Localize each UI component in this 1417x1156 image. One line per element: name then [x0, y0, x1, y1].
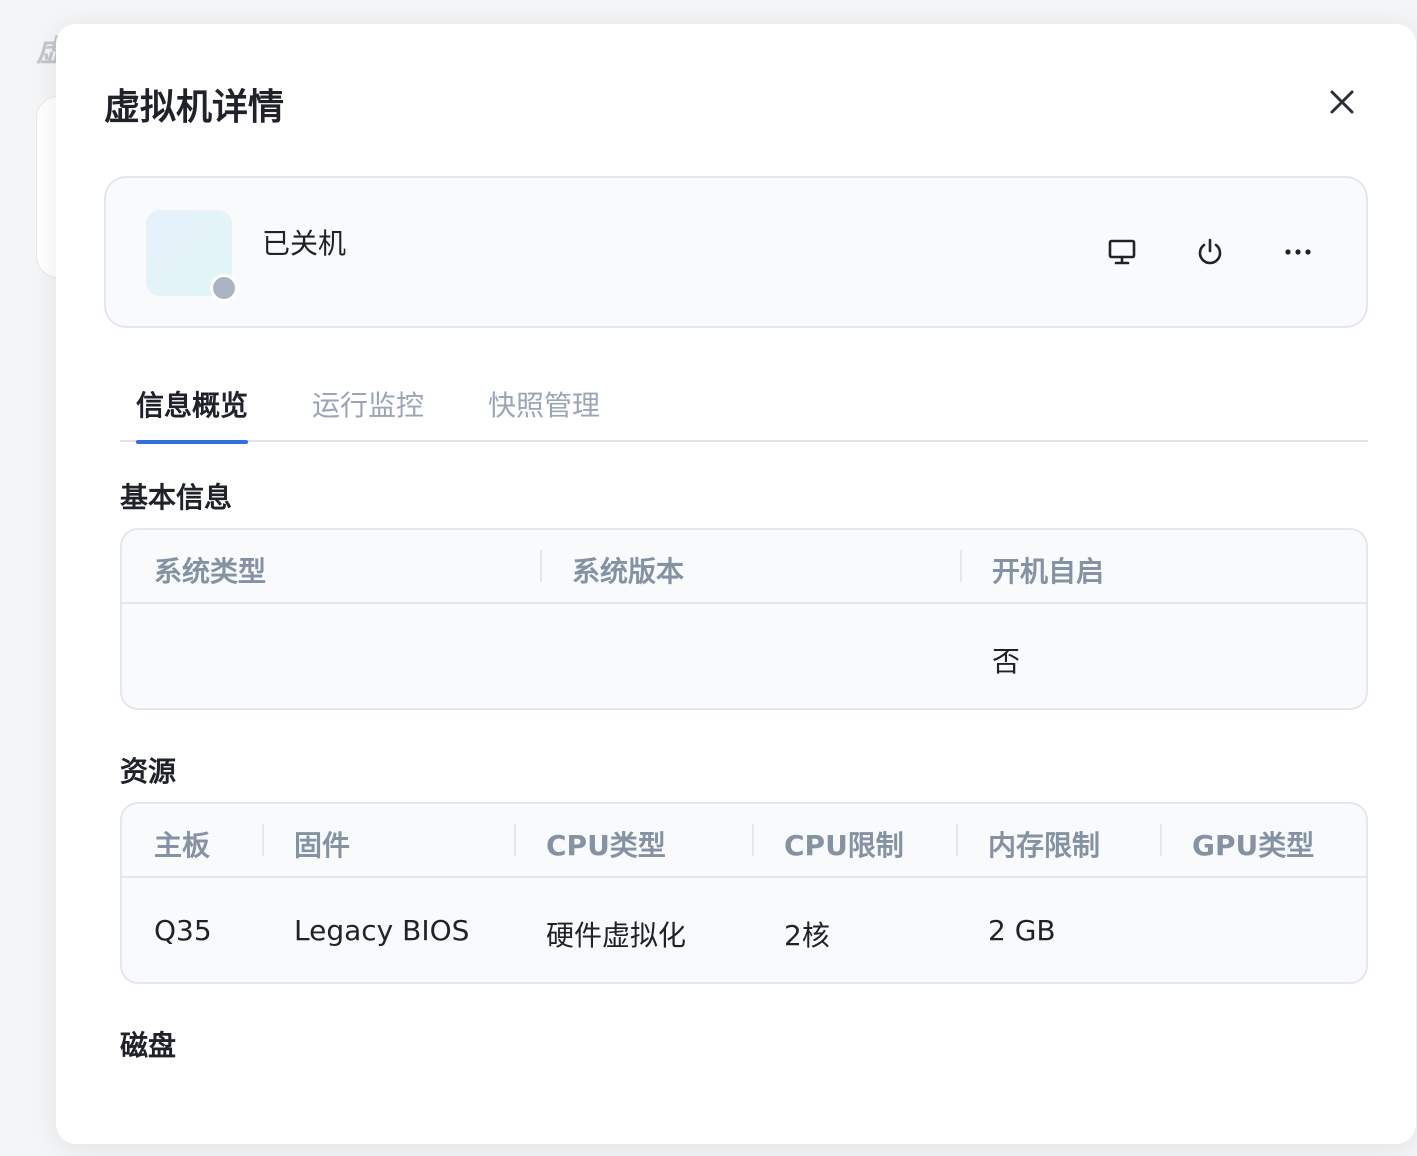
close-icon	[1330, 90, 1354, 114]
header-gpu-type: GPU类型	[1192, 829, 1315, 862]
header-motherboard: 主板	[154, 829, 211, 862]
tab-overview[interactable]: 信息概览	[136, 384, 249, 444]
vm-status-text: 已关机	[262, 227, 347, 260]
column-divider	[540, 550, 542, 582]
value-firmware: Legacy BIOS	[294, 914, 470, 947]
header-cpu-limit: CPU限制	[784, 829, 904, 862]
column-divider	[960, 550, 962, 582]
basic-info-title: 基本信息	[120, 481, 233, 514]
resources-table: 主板 固件 CPU类型 CPU限制 内存限制 GPU类型 Q35 Legacy …	[120, 802, 1368, 984]
detail-tabs: 信息概览 运行监控 快照管理	[120, 384, 1368, 444]
header-memory-limit: 内存限制	[988, 829, 1101, 862]
column-divider	[262, 824, 264, 856]
header-cpu-type: CPU类型	[546, 829, 666, 862]
value-autostart: 否	[992, 645, 1021, 678]
column-divider	[1160, 824, 1162, 856]
disk-title: 磁盘	[120, 1029, 177, 1062]
resources-title: 资源	[120, 755, 177, 788]
close-button[interactable]	[1322, 82, 1362, 122]
power-button[interactable]	[1190, 232, 1230, 272]
header-autostart: 开机自启	[992, 555, 1105, 588]
more-actions-button[interactable]	[1278, 232, 1318, 272]
basic-info-table: 系统类型 系统版本 开机自启 否	[120, 528, 1368, 710]
power-icon	[1198, 238, 1222, 265]
value-cpu-type: 硬件虚拟化	[546, 919, 687, 952]
vm-detail-modal: 虚拟机详情 已关机 信息概览 运行监控 快照管理 基本信息 系统类型 系统版本 …	[56, 24, 1416, 1144]
column-divider	[514, 824, 516, 856]
more-horizontal-icon	[1285, 249, 1311, 255]
modal-title: 虚拟机详情	[104, 87, 285, 128]
vm-status-card: 已关机	[104, 176, 1368, 328]
tab-snapshots[interactable]: 快照管理	[488, 384, 600, 442]
header-system-version: 系统版本	[572, 555, 685, 588]
monitor-icon	[1108, 239, 1136, 265]
header-firmware: 固件	[294, 829, 351, 862]
vm-status-dot	[210, 274, 238, 302]
value-motherboard: Q35	[154, 914, 212, 947]
value-cpu-limit: 2核	[784, 919, 830, 952]
value-memory-limit: 2 GB	[988, 914, 1056, 947]
console-button[interactable]	[1102, 232, 1142, 272]
tab-monitoring[interactable]: 运行监控	[312, 384, 424, 442]
basic-info-header-row: 系统类型 系统版本 开机自启	[122, 530, 1366, 604]
column-divider	[752, 824, 754, 856]
resources-header-row: 主板 固件 CPU类型 CPU限制 内存限制 GPU类型	[122, 804, 1366, 878]
column-divider	[956, 824, 958, 856]
header-system-type: 系统类型	[154, 555, 267, 588]
